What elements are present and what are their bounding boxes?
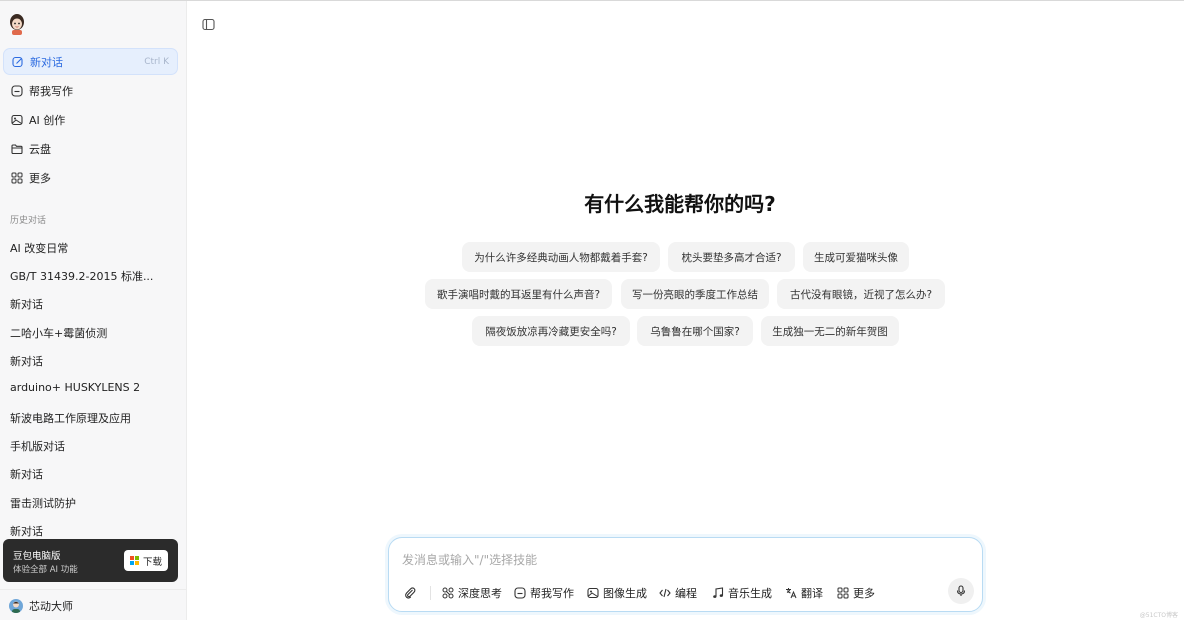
sidebar-toggle-icon[interactable]	[202, 18, 215, 31]
nav-label: AI 创作	[29, 113, 66, 127]
history-item[interactable]: 雷击测试防护	[10, 495, 76, 511]
history-item[interactable]: 新对话	[10, 523, 43, 539]
suggestion-chip[interactable]: 生成可爱猫咪头像	[803, 242, 909, 272]
music-icon	[712, 587, 724, 599]
attachment-icon[interactable]	[403, 586, 417, 600]
suggestion-chip[interactable]: 歌手演唱时戴的耳返里有什么声音?	[425, 279, 612, 309]
nav-label: 更多	[29, 171, 51, 185]
suggestion-chip[interactable]: 枕头要垫多高才合适?	[668, 242, 795, 272]
shortcut-hint: Ctrl K	[144, 56, 169, 67]
tool-deep-think[interactable]: 深度思考	[442, 585, 502, 601]
voice-input-button[interactable]	[948, 578, 974, 604]
history-item[interactable]: 斩波电路工作原理及应用	[10, 410, 131, 426]
download-button[interactable]: 下载	[124, 550, 168, 571]
user-profile[interactable]: 芯动大师	[9, 598, 73, 614]
history-item[interactable]: 新对话	[10, 353, 43, 369]
suggestion-chip[interactable]: 隔夜饭放凉再冷藏更安全吗?	[472, 316, 630, 346]
folder-icon	[11, 143, 23, 155]
sidebar: 新对话 Ctrl K 帮我写作 AI 创作 云盘 更多 历史对话 AI 改变日常…	[0, 1, 187, 620]
tool-label: 翻译	[801, 587, 823, 600]
tool-more[interactable]: 更多	[837, 585, 875, 601]
tool-label: 帮我写作	[530, 587, 574, 600]
user-name: 芯动大师	[29, 600, 73, 613]
image-icon	[587, 587, 599, 599]
nav-ai-create[interactable]: AI 创作	[3, 106, 178, 133]
promo-title: 豆包电脑版	[13, 551, 61, 562]
translate-icon	[785, 587, 797, 599]
grid-icon	[837, 587, 849, 599]
nav-more[interactable]: 更多	[3, 164, 178, 191]
tool-label: 深度思考	[458, 587, 502, 600]
compose-icon	[12, 56, 24, 68]
page-title: 有什么我能帮你的吗?	[584, 192, 776, 216]
tool-music-generation[interactable]: 音乐生成	[712, 585, 772, 601]
download-label: 下载	[142, 556, 162, 568]
suggestion-chip[interactable]: 古代没有眼镜，近视了怎么办?	[777, 279, 945, 309]
history-item[interactable]: AI 改变日常	[10, 240, 68, 256]
nav-help-writing[interactable]: 帮我写作	[3, 77, 178, 104]
tool-translate[interactable]: 翻译	[785, 585, 823, 601]
new-chat-label: 新对话	[30, 55, 63, 69]
microphone-icon	[956, 585, 966, 596]
history-item[interactable]: 二哈小车+霉菌侦测	[10, 325, 107, 341]
composer-toolbar: 深度思考 帮我写作 图像生成 编程 音乐生成 翻译 更多	[389, 578, 982, 604]
grid-icon	[11, 172, 23, 184]
tool-help-writing[interactable]: 帮我写作	[514, 585, 574, 601]
history-item[interactable]: GB/T 31439.2-2015 标准...	[10, 268, 153, 284]
history-item[interactable]: 手机版对话	[10, 438, 65, 454]
message-input-placeholder[interactable]: 发消息或输入"/"选择技能	[402, 551, 537, 568]
writing-icon	[11, 84, 23, 97]
suggestion-chip[interactable]: 生成独一无二的新年贺图	[761, 316, 899, 346]
watermark: @51CTO博客	[1139, 612, 1178, 619]
tool-label: 音乐生成	[728, 587, 772, 600]
avatar	[9, 599, 23, 613]
history-item[interactable]: arduino+ HUSKYLENS 2	[10, 381, 140, 394]
toolbar-divider	[430, 586, 431, 600]
deep-think-icon	[442, 587, 454, 599]
writing-icon	[514, 587, 526, 599]
suggestion-chip[interactable]: 写一份亮眼的季度工作总结	[621, 279, 769, 309]
suggestion-chip[interactable]: 乌鲁鲁在哪个国家?	[637, 316, 753, 346]
desktop-app-promo: 豆包电脑版 体验全部 AI 功能 下载	[3, 539, 178, 582]
tool-label: 编程	[675, 587, 697, 600]
app-logo-icon[interactable]	[8, 13, 26, 35]
tool-label: 更多	[853, 587, 875, 600]
history-item[interactable]: 新对话	[10, 466, 43, 482]
windows-icon	[129, 556, 139, 565]
nav-cloud-drive[interactable]: 云盘	[3, 135, 178, 162]
suggestion-chip[interactable]: 为什么许多经典动画人物都戴着手套?	[462, 242, 660, 272]
tool-coding[interactable]: 编程	[659, 585, 697, 601]
message-composer[interactable]: 发消息或输入"/"选择技能 深度思考 帮我写作 图像生成 编程 音乐生成 翻译 …	[388, 537, 983, 612]
image-icon	[11, 114, 23, 126]
tool-image-generation[interactable]: 图像生成	[587, 585, 647, 601]
history-section-title: 历史对话	[10, 216, 47, 226]
history-item[interactable]: 新对话	[10, 296, 43, 312]
nav-label: 帮我写作	[29, 84, 73, 98]
tool-label: 图像生成	[603, 587, 647, 600]
promo-subtitle: 体验全部 AI 功能	[13, 565, 78, 575]
code-icon	[659, 587, 671, 599]
new-chat-button[interactable]: 新对话 Ctrl K	[3, 48, 178, 75]
nav-label: 云盘	[29, 142, 51, 156]
